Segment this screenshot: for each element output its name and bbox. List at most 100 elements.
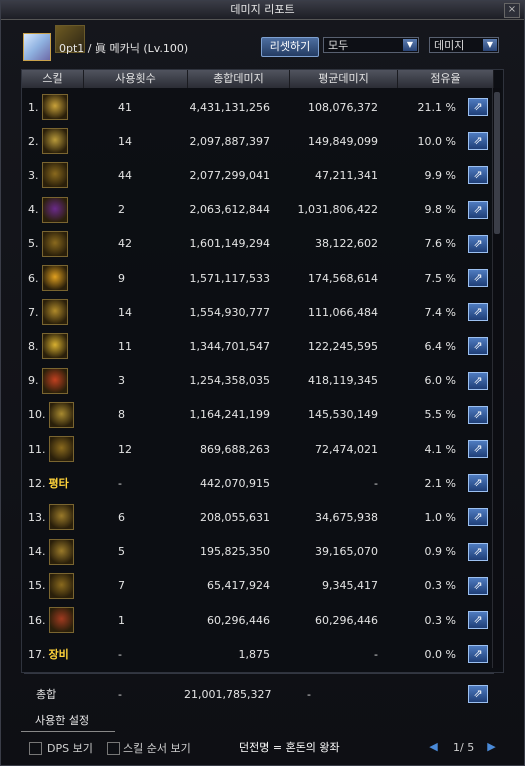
dps-label: DPS 보기 xyxy=(47,742,93,755)
skill-cell: 17. 장비 xyxy=(22,646,74,662)
table-scrollbar[interactable] xyxy=(492,88,501,668)
filter-select-all-value: 모두 xyxy=(328,39,349,52)
share-icon[interactable]: ⇗ xyxy=(468,234,488,253)
skill-cell: 6. xyxy=(22,265,74,291)
share-icon[interactable]: ⇗ xyxy=(468,405,488,424)
total-damage: 208,055,631 xyxy=(200,510,270,524)
close-icon[interactable]: × xyxy=(504,3,520,18)
share-icon[interactable]: ⇗ xyxy=(468,685,488,703)
skill-cell: 16. xyxy=(22,607,74,633)
prev-page-icon[interactable]: ◀ xyxy=(427,740,440,753)
total-damage: 1,875 xyxy=(238,647,271,661)
chevron-down-icon[interactable]: ▼ xyxy=(403,39,417,51)
col-total[interactable]: 총합데미지 xyxy=(188,70,290,88)
skill-order-checkbox[interactable] xyxy=(107,742,120,755)
rocket-icon xyxy=(48,401,74,428)
skill-cell: 14. xyxy=(22,538,74,565)
use-count: 3 xyxy=(118,374,125,388)
use-count: 44 xyxy=(118,168,132,182)
share-icon[interactable]: ⇗ xyxy=(468,440,488,458)
use-count: 14 xyxy=(118,134,132,148)
laser-icon xyxy=(41,333,68,360)
total-row: 총합 - 21,001,785,327 - ⇗ xyxy=(22,676,494,712)
satellite-icon xyxy=(48,538,74,565)
skill-cell: 1. xyxy=(22,94,74,120)
filter-select-all[interactable]: 모두 ▼ xyxy=(323,37,419,53)
table-row: 12. 평타 - 442,070,915 - 2.1 % ⇗ xyxy=(22,466,494,500)
share-percent: 10.0 % xyxy=(417,134,456,148)
share-icon[interactable]: ⇗ xyxy=(468,337,488,356)
total-damage: 195,825,350 xyxy=(200,545,270,559)
use-count: 41 xyxy=(118,100,132,114)
total-damage: 21,001,785,327 xyxy=(184,687,272,701)
skill-cell: 10. xyxy=(22,401,74,428)
scrollbar-thumb[interactable] xyxy=(494,92,500,234)
avg-damage: - xyxy=(374,647,378,661)
share-icon[interactable]: ⇗ xyxy=(468,269,488,287)
explosion-icon xyxy=(41,265,68,291)
avg-damage: 418,119,345 xyxy=(308,374,378,388)
skill-label: 평타 xyxy=(48,477,69,491)
share-icon[interactable]: ⇗ xyxy=(468,98,488,116)
g0-icon xyxy=(48,607,74,633)
row-index: 4. xyxy=(28,203,39,217)
table-row: 1. 41 4,431,131,256 108,076,372 21.1 % ⇗ xyxy=(22,90,494,124)
row-index: 6. xyxy=(28,271,39,285)
row-index: 15. xyxy=(28,579,46,593)
skill-cell: 3. xyxy=(22,162,74,189)
total-damage: 1,554,930,777 xyxy=(189,305,270,319)
col-share[interactable]: 점유율 xyxy=(398,70,494,88)
share-icon[interactable]: ⇗ xyxy=(468,166,488,185)
use-count: 2 xyxy=(118,203,125,217)
settings-tab[interactable]: 사용한 설정 xyxy=(21,711,115,732)
col-avg[interactable]: 평균데미지 xyxy=(290,70,398,88)
share-icon[interactable]: ⇗ xyxy=(468,508,488,527)
filter-select-damage[interactable]: 데미지 ▼ xyxy=(429,37,499,53)
avg-damage: 145,530,149 xyxy=(308,408,378,422)
share-icon[interactable]: ⇗ xyxy=(468,132,488,151)
share-percent: 0.3 % xyxy=(424,613,456,627)
share-icon[interactable]: ⇗ xyxy=(468,576,488,595)
total-damage: 4,431,131,256 xyxy=(189,100,270,114)
row-index: 1. xyxy=(28,100,39,114)
use-count: 14 xyxy=(118,305,132,319)
fire-robot-icon xyxy=(41,367,68,394)
avg-damage: 122,245,595 xyxy=(308,339,378,353)
dps-checkbox[interactable] xyxy=(29,742,42,755)
total-damage: 869,688,263 xyxy=(200,442,270,456)
total-count: - xyxy=(118,687,122,701)
reset-button[interactable]: 리셋하기 xyxy=(261,37,319,57)
share-icon[interactable]: ⇗ xyxy=(468,303,488,322)
share-icon[interactable]: ⇗ xyxy=(468,474,488,493)
table-header: 스킬 사용횟수 총합데미지 평균데미지 점유율 xyxy=(22,70,494,88)
share-icon[interactable]: ⇗ xyxy=(468,542,488,561)
avg-damage: 9,345,417 xyxy=(322,579,378,593)
table-row: 2. 14 2,097,887,397 149,849,099 10.0 % ⇗ xyxy=(22,124,494,158)
share-icon[interactable]: ⇗ xyxy=(468,645,488,664)
avg-damage: 39,165,070 xyxy=(315,545,378,559)
footer-bar: DPS 보기 스킬 순서 보기 던전명 = 혼돈의 왕좌 ◀ 1/ 5 ▶ xyxy=(1,735,524,765)
share-icon[interactable]: ⇗ xyxy=(468,371,488,390)
table-row: 4. 2 2,063,612,844 1,031,806,422 9.8 % ⇗ xyxy=(22,193,494,227)
col-count[interactable]: 사용횟수 xyxy=(84,70,188,88)
gatling-icon xyxy=(41,128,68,155)
g2-icon xyxy=(41,230,68,257)
share-icon[interactable]: ⇗ xyxy=(468,200,488,219)
share-icon[interactable]: ⇗ xyxy=(468,611,488,629)
share-percent: 9.9 % xyxy=(424,168,456,182)
avg-damage: 34,675,938 xyxy=(315,510,378,524)
table-row: 14. 5 195,825,350 39,165,070 0.9 % ⇗ xyxy=(22,535,494,569)
use-count: 8 xyxy=(118,408,125,422)
chevron-down-icon[interactable]: ▼ xyxy=(483,39,497,51)
next-page-icon[interactable]: ▶ xyxy=(485,740,498,753)
dungeon-name: 던전명 = 혼돈의 왕좌 xyxy=(239,741,340,754)
row-index: 9. xyxy=(28,374,39,388)
skill-cell: 11. xyxy=(22,436,74,462)
col-skill[interactable]: 스킬 xyxy=(22,70,84,88)
avg-damage: 108,076,372 xyxy=(308,100,378,114)
avg-damage: 149,849,099 xyxy=(308,134,378,148)
skill-cell: 13. xyxy=(22,504,74,531)
filter-select-damage-value: 데미지 xyxy=(434,39,465,52)
share-percent: 0.3 % xyxy=(424,579,456,593)
use-count: - xyxy=(118,476,122,490)
